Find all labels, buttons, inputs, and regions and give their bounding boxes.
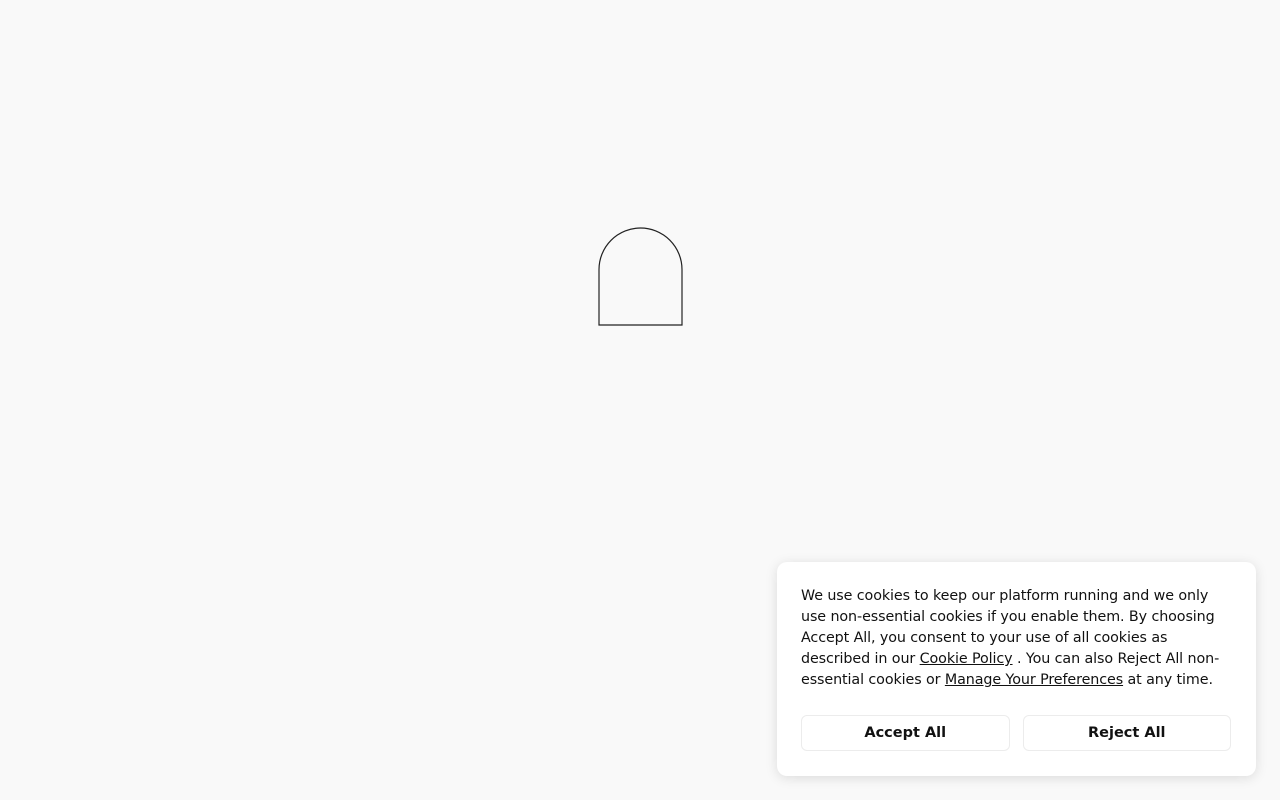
manage-preferences-link[interactable]: Manage Your Preferences [945, 672, 1123, 688]
reject-all-button[interactable]: Reject All [1022, 715, 1231, 751]
cookie-message-end: at any time. [1123, 672, 1214, 688]
cookie-banner: We use cookies to keep our platform runn… [777, 562, 1256, 776]
page: We use cookies to keep our platform runn… [0, 0, 1280, 800]
accept-all-button[interactable]: Accept All [801, 715, 1010, 751]
cookie-actions: Accept All Reject All [801, 715, 1231, 751]
arch-outline-icon [598, 227, 683, 326]
cookie-policy-link[interactable]: Cookie Policy [920, 651, 1013, 667]
cookie-message: We use cookies to keep our platform runn… [801, 586, 1233, 691]
